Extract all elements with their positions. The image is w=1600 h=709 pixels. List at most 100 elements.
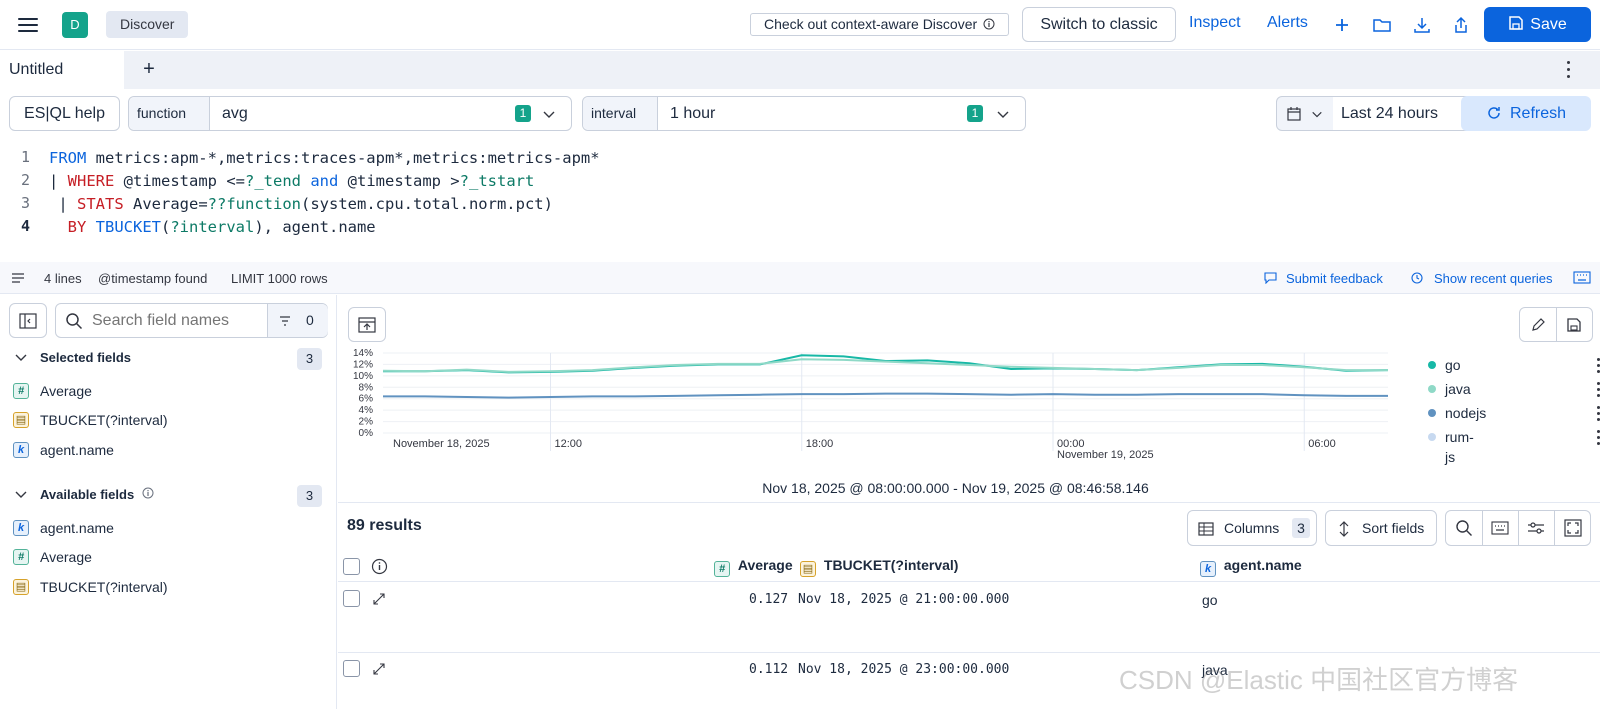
cell-average: 0.112 <box>749 662 789 677</box>
sort-fields-label: Sort fields <box>1362 520 1425 536</box>
chevron-down-icon[interactable] <box>14 351 28 365</box>
function-label: function <box>129 97 210 130</box>
number-type-icon: # <box>714 561 730 577</box>
download-icon[interactable] <box>1411 14 1433 36</box>
submit-feedback-link[interactable]: Submit feedback <box>1286 271 1383 286</box>
y-tick-label: 6% <box>359 394 374 405</box>
function-count-badge: 1 <box>515 105 531 122</box>
field-name: Average <box>40 383 92 399</box>
feedback-icon <box>1264 272 1277 284</box>
field-name: TBUCKET(?interval) <box>40 412 168 428</box>
chevron-down-icon[interactable] <box>14 488 28 502</box>
series-line-nodejs <box>383 392 1388 399</box>
cell-tbucket: Nov 18, 2025 @ 23:00:00.000 <box>798 662 1010 677</box>
save-icon[interactable] <box>1566 317 1582 333</box>
keyboard-icon[interactable] <box>1491 521 1509 535</box>
x-tick-label: November 18, 2025 <box>393 438 490 450</box>
space-avatar[interactable]: D <box>62 12 88 38</box>
recent-queries-link[interactable]: Show recent queries <box>1434 271 1553 286</box>
expand-icon[interactable] <box>372 592 386 606</box>
code-line-1: FROM metrics:apm-*,metrics:traces-apm*,m… <box>49 149 600 167</box>
date-range[interactable]: Last 24 hours <box>1333 96 1473 131</box>
date-type-icon: ▤ <box>800 561 816 577</box>
table-header: # Average ▤ TBUCKET(?interval) k agent.n… <box>338 551 1600 582</box>
field-search[interactable]: 0 <box>55 303 328 338</box>
add-tab-button[interactable]: + <box>138 58 160 80</box>
line-number: 3 <box>20 194 30 212</box>
limit-status: LIMIT 1000 rows <box>231 271 328 286</box>
interval-control[interactable]: interval 1 hour 1 <box>582 96 1026 131</box>
column-header-average[interactable]: # Average <box>714 557 793 577</box>
legend-label: rum-js <box>1445 429 1474 465</box>
plus-icon[interactable] <box>1331 14 1353 36</box>
field-filter-button[interactable]: 0 <box>267 304 328 337</box>
more-options-icon[interactable] <box>1565 60 1571 80</box>
field-name: Average <box>40 549 92 565</box>
row-checkbox[interactable] <box>343 660 360 677</box>
cell-agent: go <box>1202 592 1218 608</box>
menu-icon[interactable] <box>18 15 40 35</box>
tab-untitled[interactable]: Untitled <box>0 51 124 89</box>
x-tick-label: 18:00 <box>806 438 834 450</box>
inspect-link[interactable]: Inspect <box>1189 14 1241 32</box>
refresh-icon <box>1488 107 1500 119</box>
alerts-link[interactable]: Alerts <box>1267 14 1308 32</box>
info-icon <box>983 18 995 30</box>
columns-count: 3 <box>1292 518 1310 538</box>
date-picker-toggle[interactable] <box>1276 96 1334 131</box>
column-header-tbucket[interactable]: ▤ TBUCKET(?interval) <box>800 557 958 577</box>
keyword-type-icon: k <box>1200 561 1216 577</box>
chevron-down-icon[interactable] <box>996 107 1010 121</box>
chart-toggle-button[interactable] <box>348 307 386 342</box>
function-control[interactable]: function avg 1 <box>128 96 572 131</box>
info-icon[interactable] <box>142 487 154 499</box>
info-icon[interactable] <box>371 558 388 575</box>
esql-editor[interactable]: 1 2 3 4 FROM metrics:apm-*,metrics:trace… <box>0 134 1600 262</box>
sort-fields-button[interactable]: Sort fields <box>1325 510 1437 546</box>
filter-count: 0 <box>306 312 314 328</box>
available-fields-title[interactable]: Available fields <box>40 487 134 502</box>
series-line-go <box>383 354 1389 374</box>
esql-help-button[interactable]: ES|QL help <box>9 96 120 131</box>
column-header-agent[interactable]: k agent.name <box>1200 557 1302 577</box>
save-label: Save <box>1530 16 1567 33</box>
line-number: 1 <box>20 148 30 166</box>
number-type-icon: # <box>13 383 29 399</box>
breadcrumb[interactable]: Discover <box>106 11 189 38</box>
timestamp-status: @timestamp found <box>98 271 208 286</box>
columns-button[interactable]: Columns 3 <box>1187 510 1317 546</box>
share-icon[interactable] <box>1450 14 1472 36</box>
select-all-checkbox[interactable] <box>343 558 360 575</box>
query-controls: ES|QL help function avg 1 interval 1 hou… <box>0 89 1600 134</box>
list-icon[interactable] <box>11 272 25 284</box>
collapse-sidebar-button[interactable] <box>9 303 47 338</box>
search-input[interactable] <box>92 310 262 332</box>
legend-dot <box>1428 385 1436 393</box>
row-checkbox[interactable] <box>343 590 360 607</box>
refresh-button[interactable]: Refresh <box>1461 96 1591 131</box>
expand-icon[interactable] <box>372 662 386 676</box>
code-line-2: | WHERE @timestamp <=?_tend and @timesta… <box>49 172 535 190</box>
context-aware-button[interactable]: Check out context-aware Discover <box>750 13 1009 36</box>
column-label: Average <box>737 557 793 573</box>
display-settings-icon[interactable] <box>1527 521 1545 535</box>
interval-value: 1 hour <box>670 105 716 122</box>
save-icon <box>1509 16 1524 30</box>
legend-dot <box>1428 433 1436 441</box>
table-row[interactable]: 0.127 Nov 18, 2025 @ 21:00:00.000 go <box>338 583 1600 653</box>
selected-fields-title[interactable]: Selected fields <box>40 350 131 365</box>
y-tick-label: 2% <box>359 417 374 428</box>
y-tick-label: 4% <box>359 405 374 416</box>
save-button[interactable]: Save <box>1484 7 1591 42</box>
clock-icon <box>1411 272 1423 284</box>
folder-icon[interactable] <box>1371 14 1393 36</box>
chevron-down-icon <box>1312 111 1322 118</box>
fullscreen-icon[interactable] <box>1564 519 1582 537</box>
chevron-down-icon[interactable] <box>542 107 556 121</box>
table-icon <box>1198 522 1214 536</box>
search-icon[interactable] <box>1455 519 1473 537</box>
pencil-icon[interactable] <box>1530 317 1546 333</box>
switch-classic-button[interactable]: Switch to classic <box>1022 7 1176 42</box>
keyboard-icon[interactable] <box>1573 271 1591 284</box>
interval-count-badge: 1 <box>967 105 983 122</box>
